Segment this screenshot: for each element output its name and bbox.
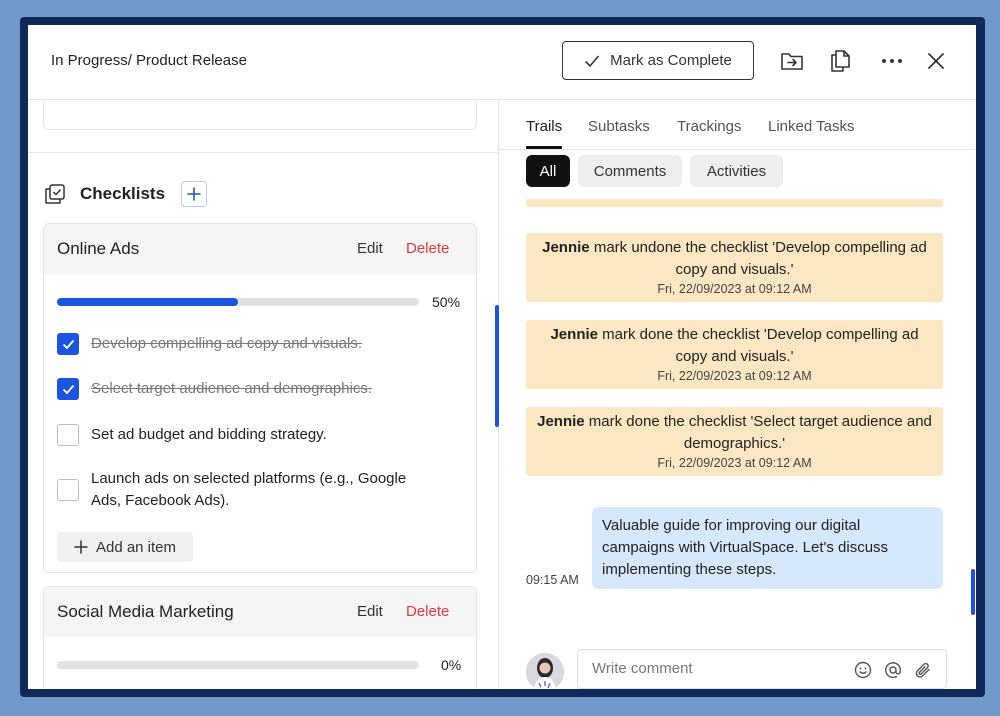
checklist-icon [45,184,65,204]
checkmark-icon [585,54,600,67]
checkmark-icon [62,339,74,349]
active-tab-indicator [526,146,562,149]
filter-activities[interactable]: Activities [690,155,783,187]
checkbox-checked[interactable] [57,378,79,400]
tab-trails[interactable]: Trails [526,118,562,135]
comment-composer [577,649,947,689]
checklist-item: Select target audience and demographics. [57,378,431,400]
plus-icon [187,187,201,201]
mention-icon[interactable] [883,660,903,680]
activity-user: Jennie [542,239,590,256]
mark-complete-label: Mark as Complete [610,52,732,69]
activity-pane: Trails Subtasks Trackings Linked Tasks A… [499,101,976,689]
delete-checklist-button[interactable]: Delete [406,603,449,620]
activity-text: mark done the checklist 'Develop compell… [598,326,919,365]
add-checklist-button[interactable] [181,181,208,207]
progress-percentage: 0% [441,657,462,673]
filter-comments[interactable]: Comments [578,155,682,187]
checklist-card-online-ads: Online Ads Edit Delete 50% Develop compe… [43,223,477,573]
emoji-icon[interactable] [853,660,873,680]
progress-fill [57,298,238,306]
avatar [526,653,564,689]
checklist-name: Online Ads [57,239,140,258]
activity-user: Jennie [537,413,585,430]
delete-checklist-button[interactable]: Delete [406,240,449,257]
activity-message: Jennie mark done the checklist 'Develop … [536,324,933,368]
activity-item-partial [526,199,943,207]
checklist-progress-bar [57,298,419,306]
checkbox-checked[interactable] [57,333,79,355]
tab-trackings[interactable]: Trackings [677,118,741,135]
close-icon[interactable] [922,47,950,75]
right-scrollbar[interactable] [971,569,975,615]
checklists-header: Checklists [44,181,208,207]
mark-complete-button[interactable]: Mark as Complete [562,41,754,80]
checklist-card-header: Online Ads Edit Delete [44,224,476,274]
previous-section-card [43,101,477,130]
tab-subtasks[interactable]: Subtasks [588,118,650,135]
checklist-card-header: Social Media Marketing Edit Delete [44,587,476,637]
activity-feed: Jennie mark undone the checklist 'Develo… [499,199,976,619]
activity-item: Jennie mark done the checklist 'Select t… [526,407,943,476]
checkmark-icon [62,384,74,394]
checklist-name: Social Media Marketing [57,602,234,621]
add-item-button[interactable]: Add an item [57,532,193,562]
checklist-item: Set ad budget and bidding strategy. [57,424,431,446]
tab-linked-tasks[interactable]: Linked Tasks [768,118,854,135]
comment-input[interactable] [592,660,842,677]
checklist-item-text: Select target audience and demographics. [91,380,373,397]
move-to-folder-icon[interactable] [778,47,806,75]
more-options-icon[interactable] [878,47,906,75]
header: In Progress/ Product Release Mark as Com… [28,25,976,100]
tab-bar: Trails Subtasks Trackings Linked Tasks [499,101,976,150]
checklist-item: Launch ads on selected platforms (e.g., … [57,468,431,512]
checklist-progress-bar [57,661,419,669]
breadcrumb: In Progress/ Product Release [51,52,247,69]
activity-message: Jennie mark undone the checklist 'Develo… [536,237,933,281]
checkbox-unchecked[interactable] [57,479,79,501]
checklist-item: Develop compelling ad copy and visuals. [57,333,431,355]
add-item-label: Add an item [95,538,177,556]
attachment-icon[interactable] [913,660,933,680]
checklist-item-text: Launch ads on selected platforms (e.g., … [91,470,407,509]
section-divider [28,152,498,153]
activity-timestamp: Fri, 22/09/2023 at 09:12 AM [657,282,812,296]
progress-percentage: 50% [432,294,461,310]
checklist-pane: Checklists Online Ads Edit Delete 50% De… [28,101,498,689]
copy-icon[interactable] [826,47,854,75]
activity-item: Jennie mark done the checklist 'Develop … [526,320,943,389]
task-detail-window: In Progress/ Product Release Mark as Com… [28,25,976,689]
checkbox-unchecked[interactable] [57,424,79,446]
activity-user: Jennie [550,326,598,343]
comment-timestamp: 09:15 AM [526,573,579,587]
activity-timestamp: Fri, 22/09/2023 at 09:12 AM [657,456,812,470]
activity-timestamp: Fri, 22/09/2023 at 09:12 AM [657,369,812,383]
activity-item: Jennie mark undone the checklist 'Develo… [526,233,943,302]
edit-checklist-button[interactable]: Edit [357,603,383,620]
checklist-card-social-media: Social Media Marketing Edit Delete 0% [43,586,477,689]
comment-bubble: Valuable guide for improving our digital… [592,507,943,589]
activity-message: Jennie mark done the checklist 'Select t… [536,411,933,455]
checklist-item-text: Set ad budget and bidding strategy. [91,426,327,443]
activity-text: mark done the checklist 'Select target a… [584,413,932,452]
plus-icon [74,540,88,554]
checklist-item-text: Develop compelling ad copy and visuals. [91,335,362,352]
edit-checklist-button[interactable]: Edit [357,240,383,257]
filter-all[interactable]: All [526,155,570,187]
activity-text: mark undone the checklist 'Develop compe… [589,239,927,278]
checklists-title: Checklists [80,184,166,203]
